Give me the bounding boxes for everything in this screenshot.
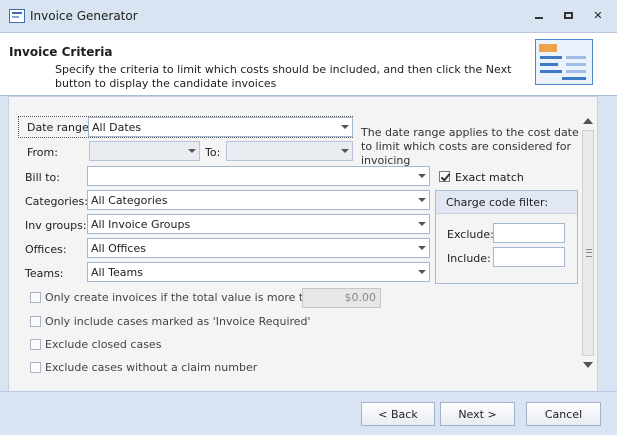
from-date-picker[interactable] — [89, 141, 200, 161]
categories-select[interactable]: All Categories — [87, 190, 430, 210]
chevron-down-icon[interactable] — [414, 167, 429, 185]
maximize-button[interactable] — [560, 8, 576, 22]
to-label: To: — [205, 146, 221, 159]
invoice-document-icon — [535, 39, 593, 85]
date-range-label: Date range: — [27, 121, 93, 134]
offices-select[interactable]: All Offices — [87, 238, 430, 258]
invoice-required-checkbox[interactable] — [30, 316, 41, 327]
scrollbar-thumb[interactable] — [582, 130, 594, 356]
chevron-down-icon[interactable] — [414, 215, 429, 233]
exclude-label: Exclude: — [447, 228, 494, 241]
bill-to-select[interactable] — [87, 166, 430, 186]
teams-select[interactable]: All Teams — [87, 262, 430, 282]
min-total-label: Only create invoices if the total value … — [45, 291, 328, 304]
exclude-closed-checkbox[interactable] — [30, 339, 41, 350]
chevron-down-icon[interactable] — [414, 239, 429, 257]
scroll-down-icon[interactable] — [583, 362, 593, 368]
min-total-value-field[interactable]: $0.00 — [302, 288, 381, 308]
exact-match-label: Exact match — [455, 171, 524, 184]
minimize-button[interactable] — [531, 8, 547, 22]
exclude-no-claim-label: Exclude cases without a claim number — [45, 361, 258, 374]
categories-label: Categories: — [25, 195, 88, 208]
minimize-icon — [535, 17, 543, 19]
teams-value: All Teams — [91, 266, 143, 279]
date-range-value: All Dates — [92, 121, 142, 134]
title-bar: Invoice Generator ✕ — [0, 0, 617, 33]
charge-code-filter-group: Charge code filter: Exclude: Include: — [435, 190, 578, 284]
date-range-select[interactable]: All Dates — [88, 117, 353, 137]
inv-groups-label: Inv groups: — [25, 219, 87, 232]
teams-label: Teams: — [25, 267, 64, 280]
exact-match-checkbox[interactable] — [439, 171, 450, 182]
include-field[interactable] — [493, 247, 565, 267]
grip-icon — [586, 249, 592, 257]
invoice-required-label: Only include cases marked as 'Invoice Re… — [45, 315, 311, 328]
categories-value: All Categories — [91, 194, 168, 207]
close-icon: ✕ — [593, 8, 603, 22]
back-button[interactable]: < Back — [361, 402, 435, 426]
exclude-field[interactable] — [493, 223, 565, 243]
charge-code-filter-header: Charge code filter: — [436, 191, 577, 214]
chevron-down-icon[interactable] — [337, 142, 352, 160]
date-range-note: The date range applies to the cost date … — [361, 126, 579, 167]
wizard-header: Invoice Criteria Specify the criteria to… — [0, 33, 617, 96]
cancel-button[interactable]: Cancel — [526, 402, 601, 426]
footer-divider — [0, 391, 617, 392]
close-button[interactable]: ✕ — [590, 8, 606, 22]
charge-code-filter-title: Charge code filter: — [446, 196, 549, 209]
app-icon — [9, 9, 25, 23]
page-title: Invoice Criteria — [9, 45, 113, 59]
to-date-picker[interactable] — [226, 141, 353, 161]
include-label: Include: — [447, 252, 491, 265]
chevron-down-icon[interactable] — [337, 118, 352, 136]
bill-to-label: Bill to: — [25, 171, 60, 184]
from-label: From: — [27, 146, 58, 159]
chevron-down-icon[interactable] — [414, 191, 429, 209]
maximize-icon — [563, 11, 573, 19]
chevron-down-icon[interactable] — [414, 263, 429, 281]
scroll-up-icon[interactable] — [583, 118, 593, 124]
offices-value: All Offices — [91, 242, 146, 255]
chevron-down-icon[interactable] — [184, 142, 199, 160]
exclude-no-claim-checkbox[interactable] — [30, 362, 41, 373]
inv-groups-select[interactable]: All Invoice Groups — [87, 214, 430, 234]
min-total-checkbox[interactable] — [30, 292, 41, 303]
vertical-scrollbar[interactable] — [580, 112, 596, 374]
offices-label: Offices: — [25, 243, 67, 256]
exclude-closed-label: Exclude closed cases — [45, 338, 162, 351]
inv-groups-value: All Invoice Groups — [91, 218, 191, 231]
window-title: Invoice Generator — [30, 9, 138, 23]
page-description: Specify the criteria to limit which cost… — [55, 63, 512, 90]
next-button[interactable]: Next > — [440, 402, 515, 426]
